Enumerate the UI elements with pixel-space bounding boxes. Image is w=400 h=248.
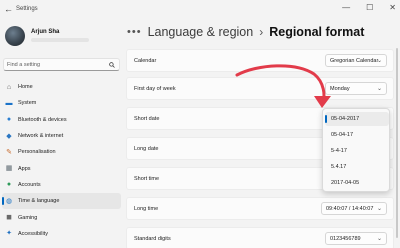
sidebar-item-label: Apps [18, 165, 31, 172]
wifi-icon: ◆ [6, 132, 12, 140]
globe-clock-icon: ◍ [5, 197, 13, 205]
gamepad-icon: ◼ [6, 214, 12, 222]
sidebar-item-home[interactable]: ⌂ Home [0, 79, 123, 95]
short-date-dropdown-list: 05-04-2017 05-04-17 5-4-17 5.4.17 2017-04-05 [322, 108, 390, 192]
breadcrumb: ••• Language & region › Regional format [127, 22, 364, 42]
setting-dropdown[interactable]: Monday ⌄ [325, 82, 387, 95]
search-icon[interactable] [109, 62, 115, 68]
setting-label: Short date [134, 116, 160, 122]
short-date-option[interactable]: 5.4.17 [325, 160, 389, 174]
close-icon[interactable]: ✕ [389, 3, 396, 12]
setting-row-long-time: Long time 09:40:07 / 14:40:07 ⌄ [126, 197, 394, 220]
short-date-option[interactable]: 2017-04-05 [325, 176, 389, 190]
dropdown-value: Gregorian Calendar [330, 58, 379, 64]
breadcrumb-parent-link[interactable]: Language & region [148, 25, 254, 39]
setting-row-first-day-of-week: First day of week Monday ⌄ [126, 77, 394, 100]
accessibility-icon: ✦ [6, 230, 12, 238]
sidebar-item-accessibility[interactable]: ✦ Accessibility [0, 226, 123, 242]
dropdown-value: 09:40:07 / 14:40:07 [326, 206, 374, 212]
setting-dropdown[interactable]: 0123456789 ⌄ [325, 232, 387, 245]
sidebar-item-label: Gaming [18, 214, 38, 221]
setting-dropdown[interactable]: 09:40:07 / 14:40:07 ⌄ [321, 202, 387, 215]
home-icon: ⌂ [6, 83, 12, 91]
chevron-down-icon: ⌄ [376, 58, 382, 64]
short-date-option[interactable]: 05-04-17 [325, 128, 389, 142]
short-date-option[interactable]: 05-04-2017 [325, 112, 389, 126]
search-box[interactable] [3, 58, 120, 71]
user-email-redacted [31, 38, 89, 42]
sidebar-item-label: Accessibility [18, 230, 48, 237]
sidebar-item-label: Accounts [18, 181, 41, 188]
sidebar-item-personalisation[interactable]: ✎ Personalisation [0, 144, 123, 160]
settings-window: ← Settings — ☐ ✕ Arjun Sha ⌂ Home ▬ System ●… [0, 0, 400, 248]
setting-label: Short time [134, 176, 160, 182]
chevron-down-icon: ⌄ [376, 206, 382, 212]
setting-row-standard-digits: Standard digits 0123456789 ⌄ [126, 227, 394, 248]
title-bar: ← Settings — ☐ ✕ [0, 0, 400, 20]
user-name: Arjun Sha [31, 29, 60, 35]
maximize-icon[interactable]: ☐ [366, 3, 373, 12]
sidebar-nav: ⌂ Home ▬ System ● Bluetooth & devices ◆ Network… [0, 79, 123, 242]
dropdown-value: Monday [330, 86, 350, 92]
chevron-down-icon: ⌄ [376, 236, 382, 242]
person-icon: ● [6, 181, 12, 189]
sidebar-item-label: Home [18, 84, 33, 91]
apps-icon: ▦ [5, 165, 13, 173]
sidebar-item-gaming[interactable]: ◼ Gaming [0, 209, 123, 225]
sidebar-item-bluetooth-devices[interactable]: ● Bluetooth & devices [0, 112, 123, 128]
chevron-right-icon: › [259, 25, 264, 39]
setting-label: Long time [134, 206, 159, 212]
chevron-down-icon: ⌄ [376, 86, 382, 92]
setting-dropdown[interactable]: Gregorian Calendar ⌄ [325, 54, 387, 67]
short-date-option[interactable]: 5-4-17 [325, 144, 389, 158]
sidebar-item-label: Time & language [18, 198, 60, 205]
breadcrumb-overflow[interactable]: ••• [127, 26, 142, 38]
setting-label: Standard digits [134, 236, 171, 242]
sidebar-item-label: Network & internet [18, 133, 64, 140]
page-title: Regional format [269, 25, 365, 39]
sidebar-item-apps[interactable]: ▦ Apps [0, 160, 123, 176]
search-input[interactable] [7, 60, 103, 70]
sidebar-item-label: System [18, 100, 37, 107]
setting-row-calendar: Calendar Gregorian Calendar ⌄ [126, 49, 394, 72]
sidebar-item-time-language[interactable]: ◍ Time & language [2, 193, 121, 210]
sidebar-item-label: Bluetooth & devices [18, 116, 67, 123]
window-controls: — ☐ ✕ [342, 3, 396, 12]
sidebar-item-system[interactable]: ▬ System [0, 95, 123, 111]
setting-label: First day of week [134, 86, 176, 92]
monitor-icon: ▬ [5, 99, 13, 107]
sidebar-item-accounts[interactable]: ● Accounts [0, 177, 123, 193]
bluetooth-icon: ● [6, 116, 12, 124]
dropdown-value: 0123456789 [330, 236, 361, 242]
app-title: Settings [16, 6, 38, 12]
minimize-icon[interactable]: — [342, 3, 350, 12]
scrollbar[interactable] [396, 48, 398, 238]
sidebar-item-network-internet[interactable]: ◆ Network & internet [0, 128, 123, 144]
brush-icon: ✎ [6, 148, 12, 156]
back-arrow-icon[interactable]: ← [4, 4, 13, 14]
setting-label: Long date [134, 146, 159, 152]
avatar[interactable] [5, 26, 25, 46]
setting-label: Calendar [134, 58, 157, 64]
sidebar-item-label: Personalisation [18, 149, 56, 156]
